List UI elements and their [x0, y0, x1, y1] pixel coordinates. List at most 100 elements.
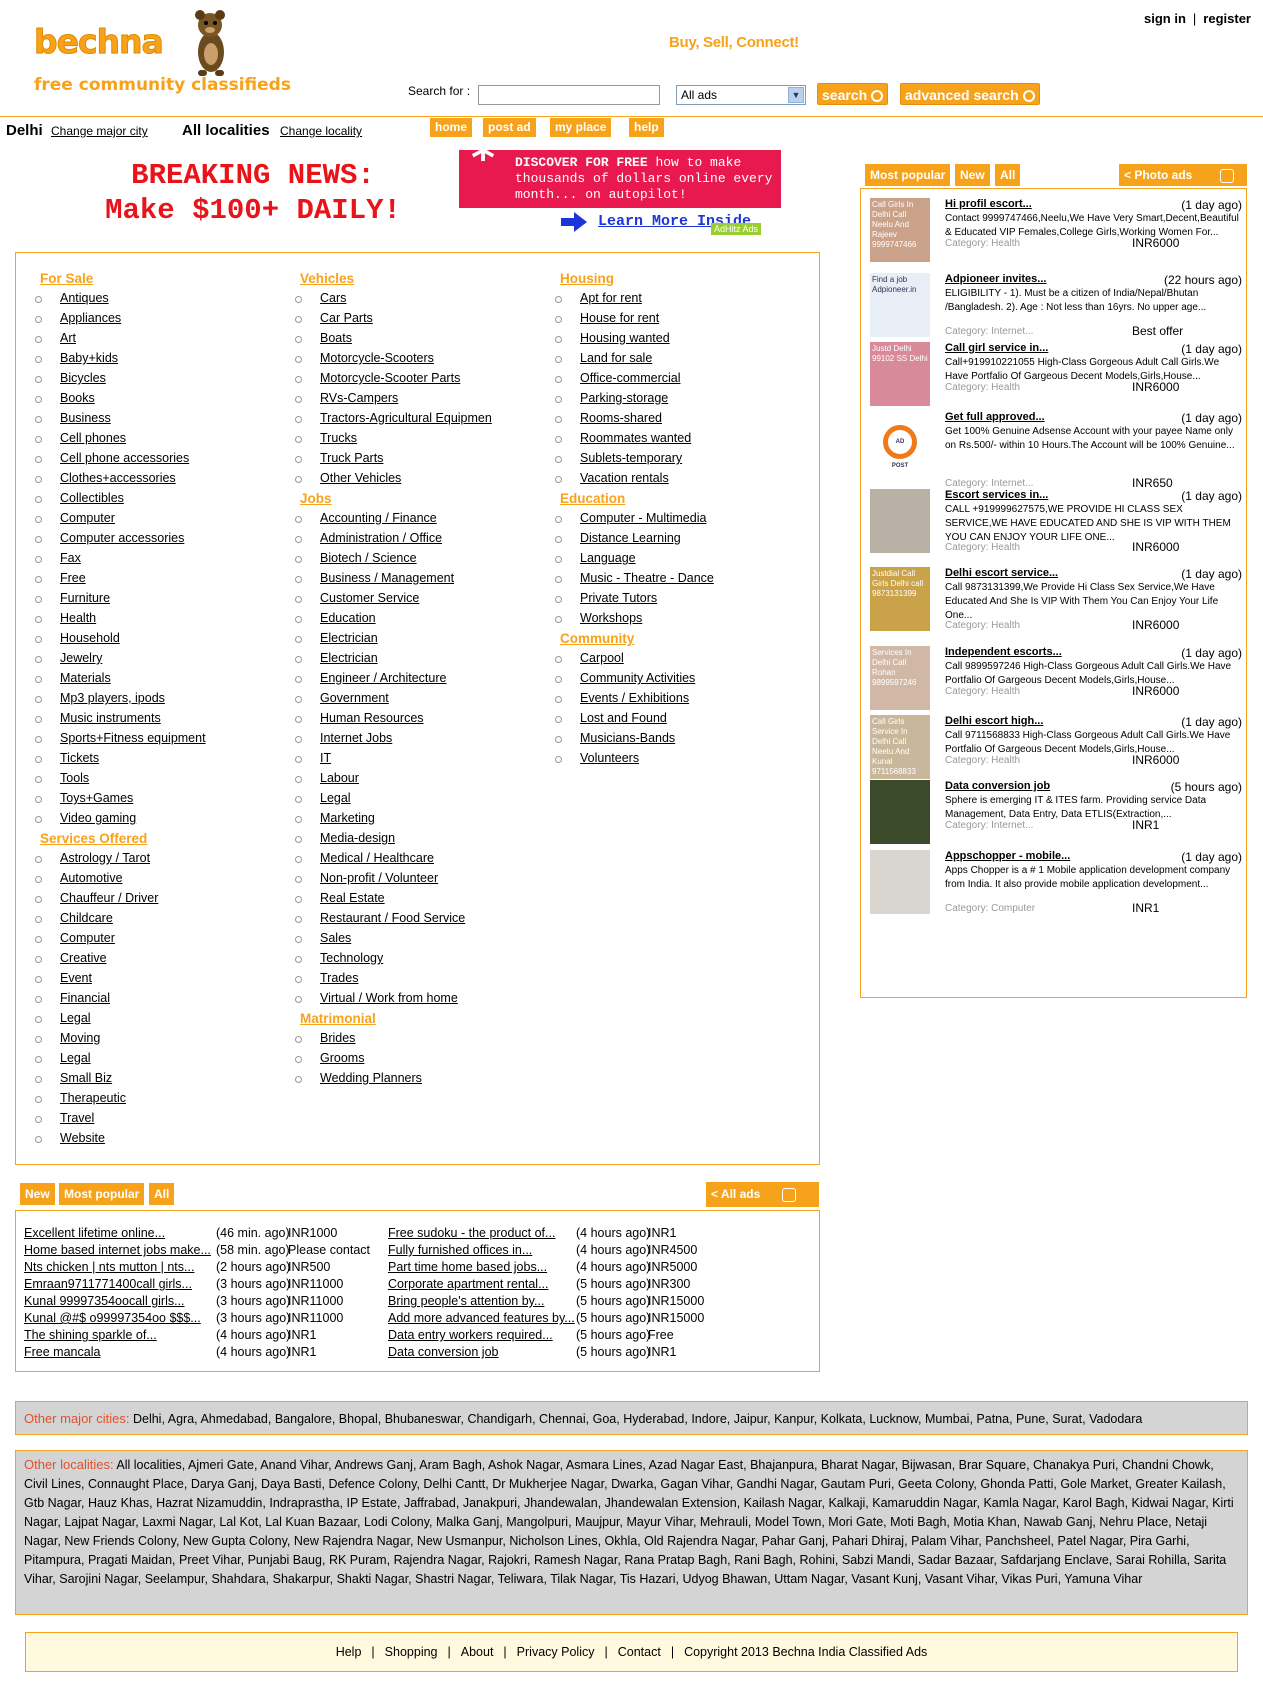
category-link-brides[interactable]: Brides [276, 1029, 536, 1049]
latest-ad-title[interactable]: Fully furnished offices in... [388, 1241, 532, 1259]
sidebar-ad[interactable]: Justdial Call Girls Delhi call 987313139… [870, 567, 1242, 633]
category-link-legal[interactable]: Legal [16, 1049, 276, 1069]
city-link[interactable]: Vadodara [1089, 1412, 1142, 1426]
locality-link[interactable]: Teliwara [498, 1572, 544, 1586]
category-link-music-instruments[interactable]: Music instruments [16, 709, 276, 729]
category-link-therapeutic[interactable]: Therapeutic [16, 1089, 276, 1109]
city-link[interactable]: Jaipur [734, 1412, 767, 1426]
category-link-internet-jobs[interactable]: Internet Jobs [276, 729, 536, 749]
tab-all[interactable]: All [995, 164, 1021, 186]
all-ads-tab[interactable]: < All ads [706, 1182, 819, 1207]
category-link-office-commercial[interactable]: Office-commercial [536, 369, 796, 389]
tab-new[interactable]: New [955, 164, 990, 186]
category-link-trucks[interactable]: Trucks [276, 429, 536, 449]
locality-link[interactable]: Vikas Puri [1002, 1572, 1058, 1586]
category-link-art[interactable]: Art [16, 329, 276, 349]
category-link-video-gaming[interactable]: Video gaming [16, 809, 276, 829]
locality-link[interactable]: Pragati Maidan [88, 1553, 172, 1567]
category-heading-matrimonial[interactable]: Matrimonial [300, 1009, 536, 1029]
category-heading-housing[interactable]: Housing [560, 269, 796, 289]
locality-link[interactable]: Punjabi Baug [248, 1553, 322, 1567]
city-link[interactable]: Indore [691, 1412, 726, 1426]
latest-ad-title[interactable]: Bring people's attention by... [388, 1292, 544, 1310]
city-link[interactable]: Bhopal [339, 1412, 378, 1426]
ad-thumbnail[interactable] [870, 850, 930, 914]
city-link[interactable]: Hyderabad [623, 1412, 684, 1426]
locality-link[interactable]: Gtb Nagar [24, 1496, 81, 1510]
locality-link[interactable]: Motia Khan [953, 1515, 1016, 1529]
locality-link[interactable]: Model Town [755, 1515, 821, 1529]
ad-title-link[interactable]: Call girl service in... [945, 342, 1048, 354]
sidebar-ad[interactable]: Justd Delhi 99102 SS Delhi Call girl serv… [870, 342, 1242, 408]
ad-title-link[interactable]: Independent escorts... [945, 646, 1062, 658]
locality-link[interactable]: Seelampur [145, 1572, 205, 1586]
category-link-motorcycle-scooter-parts[interactable]: Motorcycle-Scooter Parts [276, 369, 536, 389]
locality-link[interactable]: Kamaruddin Nagar [872, 1496, 976, 1510]
locality-link[interactable]: Rani Bagh [734, 1553, 792, 1567]
locality-link[interactable]: Lal Kot [219, 1515, 258, 1529]
footer-link-shopping[interactable]: Shopping [385, 1645, 438, 1659]
locality-link[interactable]: Okhla [605, 1534, 638, 1548]
category-link-vacation-rentals[interactable]: Vacation rentals [536, 469, 796, 489]
category-link-language[interactable]: Language [536, 549, 796, 569]
category-link-baby-kids[interactable]: Baby+kids [16, 349, 276, 369]
category-link-bicycles[interactable]: Bicycles [16, 369, 276, 389]
footer-link-privacy-policy[interactable]: Privacy Policy [517, 1645, 595, 1659]
locality-link[interactable]: Dwarka [611, 1477, 653, 1491]
ad-thumbnail[interactable]: Justd Delhi 99102 SS Delhi [870, 342, 930, 406]
locality-link[interactable]: Ghonda Patti [980, 1477, 1053, 1491]
locality-link[interactable]: Connaught Place [88, 1477, 184, 1491]
locality-link[interactable]: Chandni Chowk [1122, 1458, 1210, 1472]
category-link-boats[interactable]: Boats [276, 329, 536, 349]
latest-ad-title[interactable]: Add more advanced features by... [388, 1309, 575, 1327]
category-link-engineer-architecture[interactable]: Engineer / Architecture [276, 669, 536, 689]
locality-link[interactable]: Gagan Vihar [660, 1477, 729, 1491]
category-link-small-biz[interactable]: Small Biz [16, 1069, 276, 1089]
category-link-computer[interactable]: Computer [16, 929, 276, 949]
ad-thumbnail[interactable]: Services In Delhi Call Rohan 9899597246 [870, 646, 930, 710]
sidebar-ad[interactable]: Find a job Adpioneer.in Adpioneer invites… [870, 273, 1242, 339]
category-link-computer-multimedia[interactable]: Computer - Multimedia [536, 509, 796, 529]
category-link-apt-for-rent[interactable]: Apt for rent [536, 289, 796, 309]
locality-link[interactable]: Azad Nagar East [649, 1458, 744, 1472]
nav-home[interactable]: home [430, 118, 473, 137]
locality-link[interactable]: Gautam Puri [821, 1477, 891, 1491]
category-link-rooms-shared[interactable]: Rooms-shared [536, 409, 796, 429]
locality-link[interactable]: Tilak Nagar [550, 1572, 613, 1586]
ad-thumbnail[interactable]: AD POST [870, 411, 930, 475]
locality-link[interactable]: Sarojini Nagar [59, 1572, 138, 1586]
category-link-marketing[interactable]: Marketing [276, 809, 536, 829]
category-link-materials[interactable]: Materials [16, 669, 276, 689]
category-link-customer-service[interactable]: Customer Service [276, 589, 536, 609]
locality-link[interactable]: Lal Kuan Bazaar [265, 1515, 357, 1529]
category-link-truck-parts[interactable]: Truck Parts [276, 449, 536, 469]
city-link[interactable]: Chandigarh [467, 1412, 532, 1426]
locality-link[interactable]: Mehrauli [700, 1515, 748, 1529]
locality-link[interactable]: Janakpuri [463, 1496, 517, 1510]
category-link-tractors-agricultural-equipmen[interactable]: Tractors-Agricultural Equipmen [276, 409, 536, 429]
category-link-household[interactable]: Household [16, 629, 276, 649]
locality-link[interactable]: Bhajanpura [750, 1458, 814, 1472]
city-link[interactable]: Surat [1052, 1412, 1082, 1426]
locality-link[interactable]: Bharat Nagar [821, 1458, 895, 1472]
category-link-accounting-finance[interactable]: Accounting / Finance [276, 509, 536, 529]
category-link-moving[interactable]: Moving [16, 1029, 276, 1049]
category-link-workshops[interactable]: Workshops [536, 609, 796, 629]
locality-link[interactable]: Geeta Colony [898, 1477, 974, 1491]
sign-in-link[interactable]: sign in [1144, 11, 1186, 26]
locality-link[interactable]: Sadar Bazaar [918, 1553, 994, 1567]
locality-link[interactable]: Ramesh Nagar [534, 1553, 617, 1567]
locality-link[interactable]: Ajmeri Gate [188, 1458, 254, 1472]
locality-link[interactable]: Mangolpuri [506, 1515, 568, 1529]
category-link-business[interactable]: Business [16, 409, 276, 429]
ad-title-link[interactable]: Delhi escort service... [945, 567, 1058, 579]
category-link-private-tutors[interactable]: Private Tutors [536, 589, 796, 609]
category-link-media-design[interactable]: Media-design [276, 829, 536, 849]
category-link-event[interactable]: Event [16, 969, 276, 989]
locality-link[interactable]: Pitampura [24, 1553, 81, 1567]
locality-link[interactable]: Pira Garhi [1130, 1534, 1186, 1548]
category-link-childcare[interactable]: Childcare [16, 909, 276, 929]
sidebar-ad[interactable]: AD POST Get full approved... (1 day ago) Ge… [870, 411, 1242, 490]
category-link-biotech-science[interactable]: Biotech / Science [276, 549, 536, 569]
locality-link[interactable]: RK Puram [329, 1553, 387, 1567]
